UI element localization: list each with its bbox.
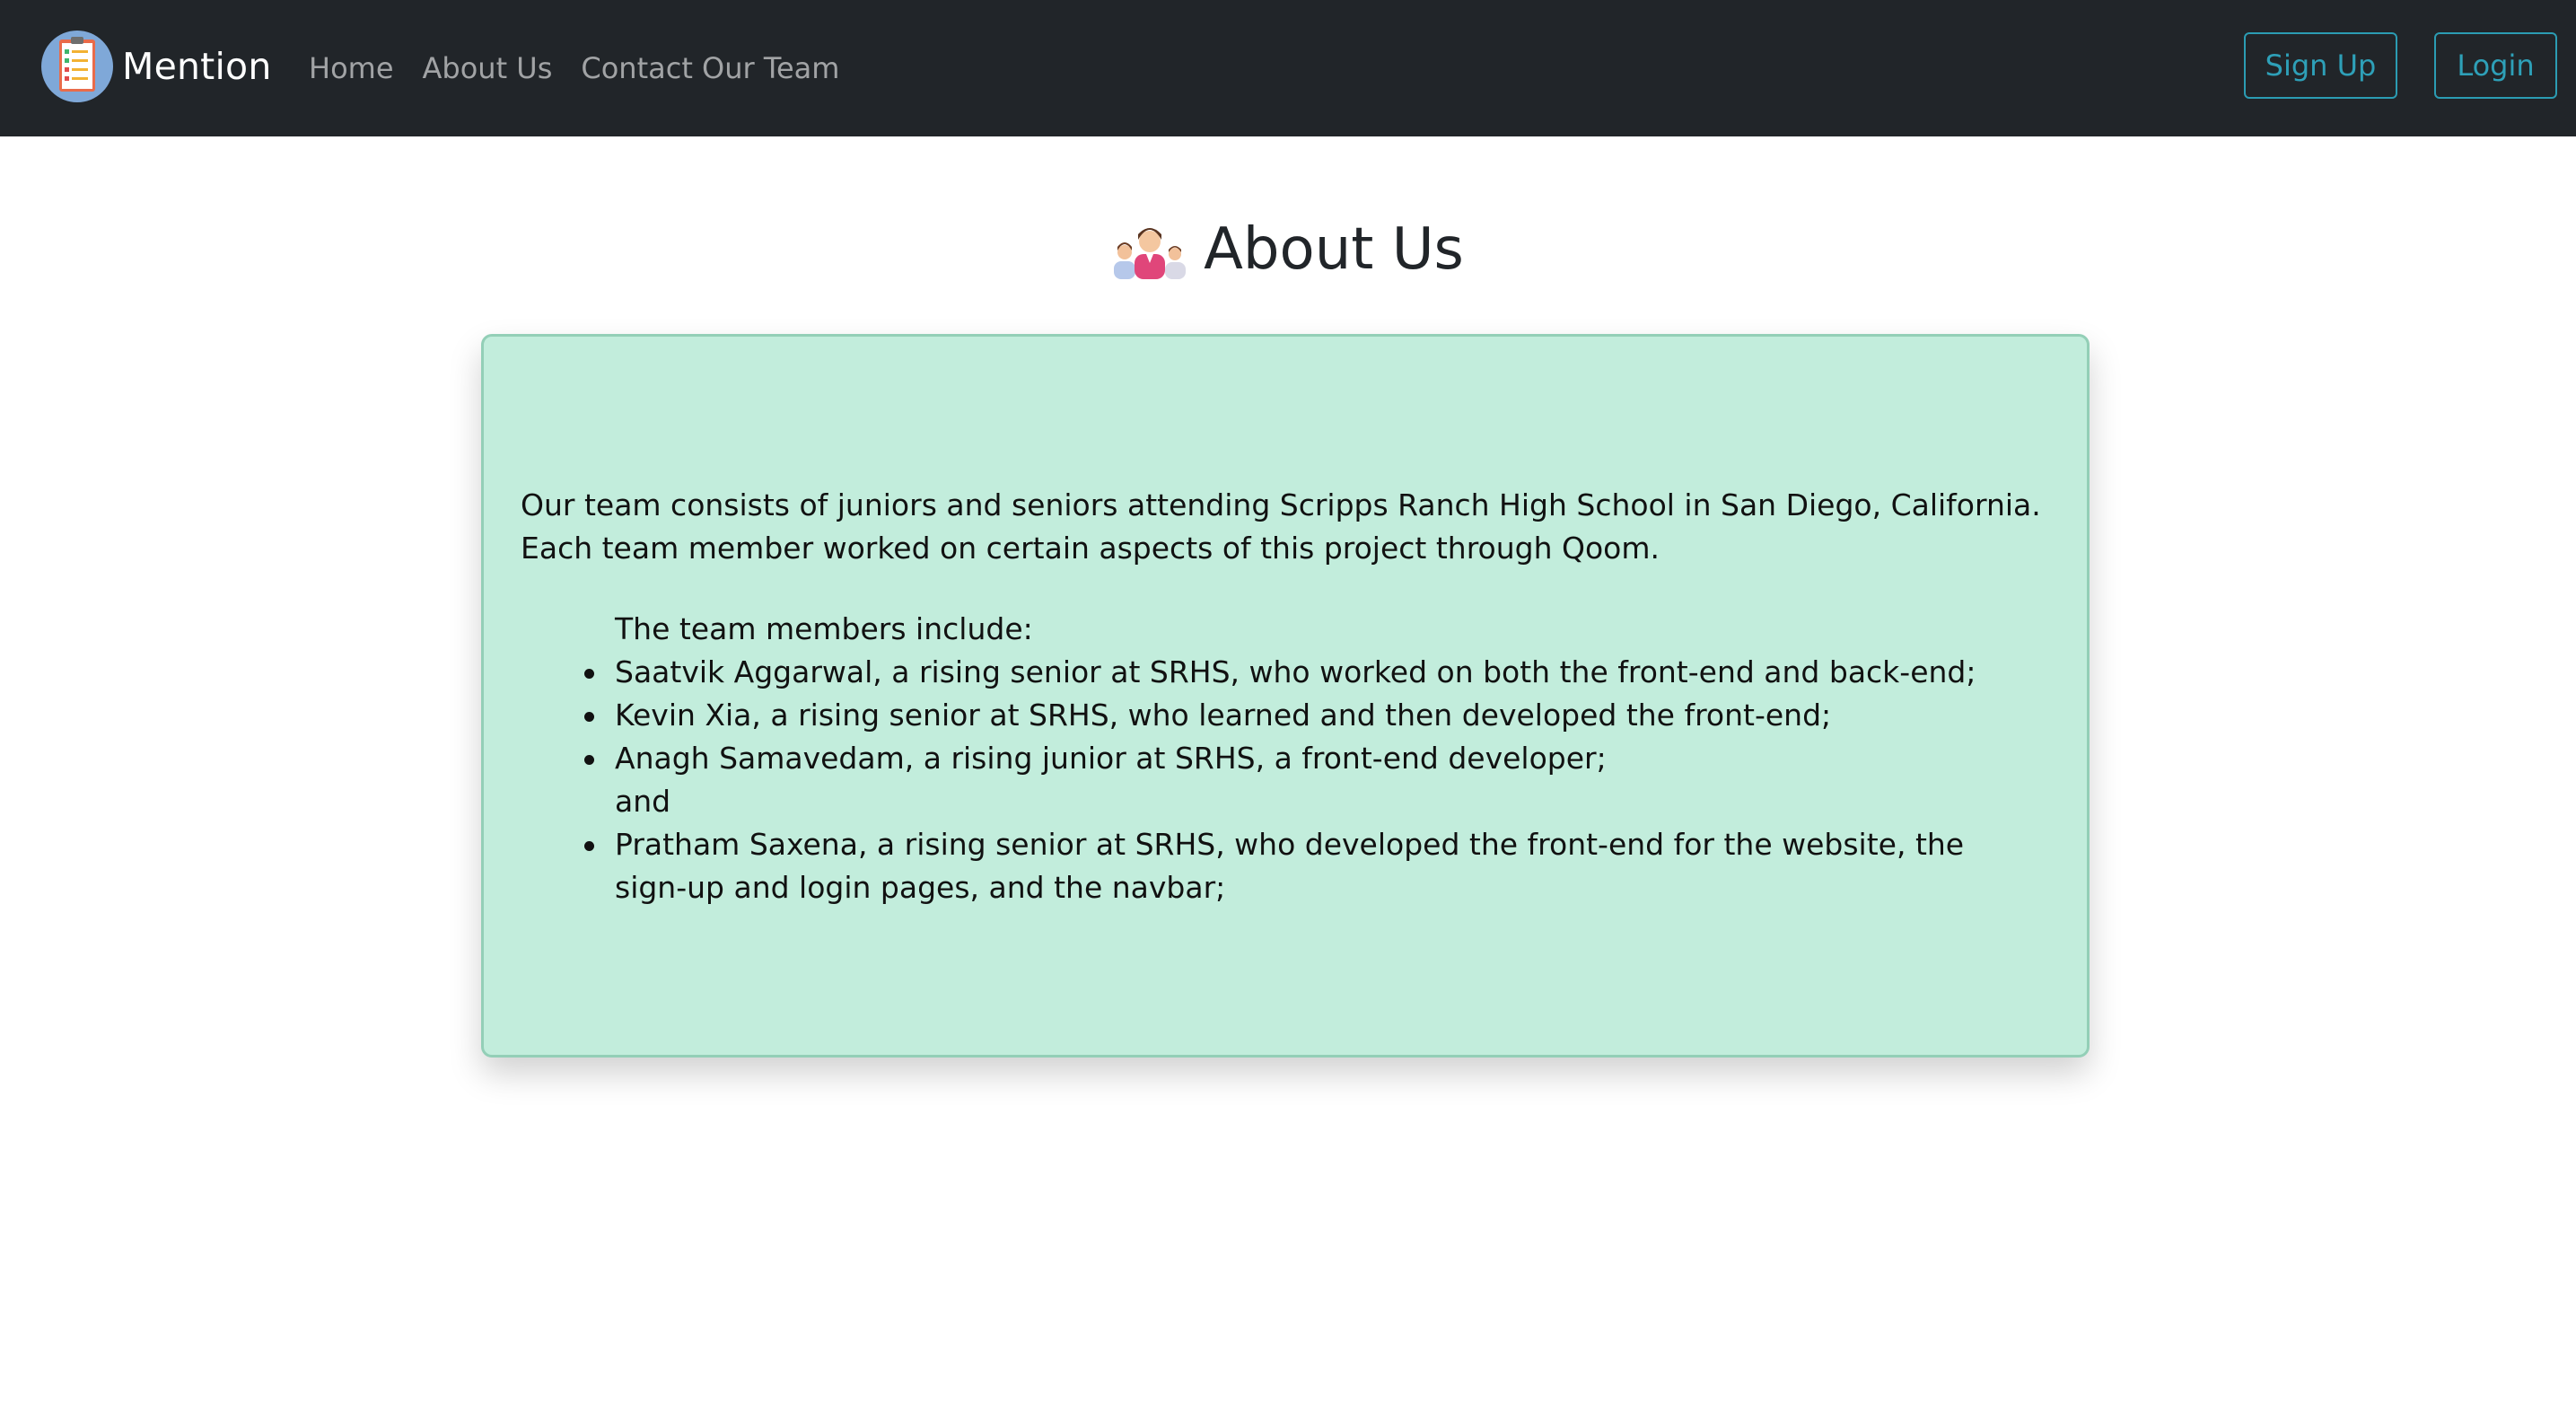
brand-link[interactable]: Mention [41,30,272,103]
sign-up-button[interactable]: Sign Up [2244,32,2397,99]
nav-link-about-us[interactable]: About Us [423,51,553,85]
login-button[interactable]: Login [2434,32,2557,99]
nav-links: Home About Us Contact Our Team [309,0,868,136]
list-item: Anagh Samavedam, a rising junior at SRHS… [584,737,1997,780]
list-item: Kevin Xia, a rising senior at SRHS, who … [584,694,1997,737]
team-members: The team members include: Saatvik Aggarw… [584,608,1997,909]
page-heading: About Us [0,205,2576,294]
nav-link-contact-our-team[interactable]: Contact Our Team [581,51,839,85]
about-card: Our team consists of juniors and seniors… [481,334,2090,1058]
list-item: Pratham Saxena, a rising senior at SRHS,… [584,823,1997,909]
navbar: Mention Home About Us Contact Our Team S… [0,0,2576,136]
team-people-icon [1114,228,1187,279]
members-connector: and [615,784,671,819]
nav-link-home[interactable]: Home [309,51,394,85]
page-title: About Us [1204,216,1464,283]
brand-name: Mention [122,45,272,88]
list-item: Saatvik Aggarwal, a rising senior at SRH… [584,651,1997,694]
members-list: Saatvik Aggarwal, a rising senior at SRH… [584,651,1997,909]
intro-paragraph: Our team consists of juniors and seniors… [521,487,2041,566]
members-title: The team members include: [615,611,1033,646]
clipboard-checklist-icon [41,31,113,102]
